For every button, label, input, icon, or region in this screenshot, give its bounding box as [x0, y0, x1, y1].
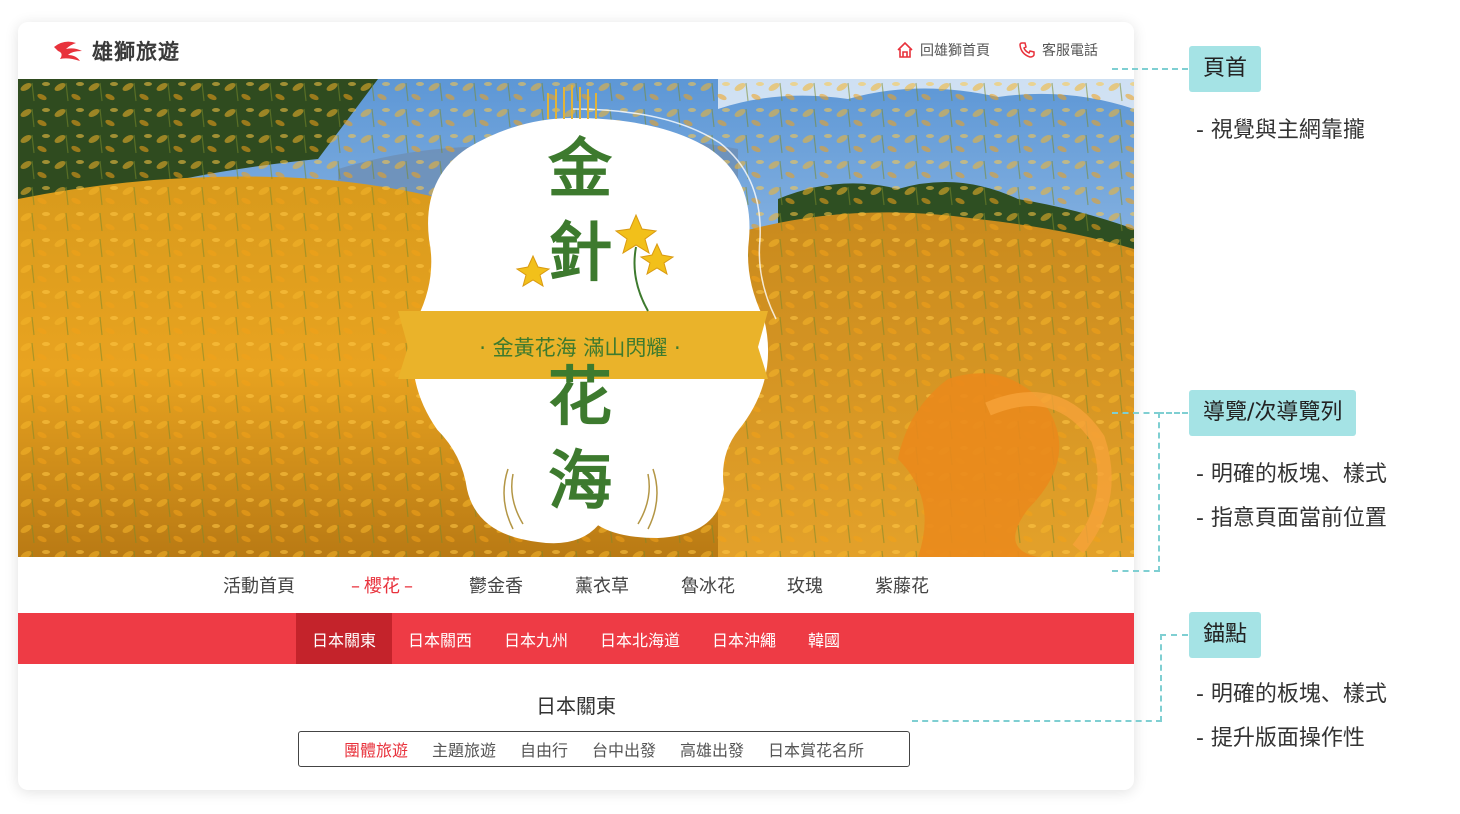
- subnav-item-kyushu[interactable]: 日本九州: [488, 613, 584, 664]
- anchor-taichung-departure[interactable]: 台中出發: [580, 737, 668, 761]
- home-link-label: 回雄獅首頁: [920, 43, 990, 59]
- annotation-tag-anchor: 錨點: [1189, 612, 1262, 658]
- nav-item-tulip[interactable]: 鬱金香: [443, 572, 549, 598]
- lion-logo-icon: [54, 41, 82, 61]
- annotation-note-nav-1: - 明確的板塊、樣式: [1196, 462, 1387, 487]
- hero-title-char-4: 海: [548, 444, 612, 519]
- brand-logo[interactable]: 雄獅旅遊: [50, 36, 180, 66]
- subnav-item-hokkaido[interactable]: 日本北海道: [584, 613, 696, 664]
- site-header: 雄獅旅遊 回雄獅首頁 客服電話: [18, 22, 1134, 79]
- nav-item-rose[interactable]: 玫瑰: [761, 572, 849, 598]
- annotation-tag-header: 頁首: [1189, 46, 1262, 92]
- connector-header: [1112, 68, 1188, 70]
- anchor-theme-tour[interactable]: 主題旅遊: [420, 737, 508, 761]
- annotation-tag-nav: 導覽/次導覽列: [1189, 390, 1357, 436]
- anchor-free-travel[interactable]: 自由行: [508, 737, 580, 761]
- annotation-note-anchor-2: - 提升版面操作性: [1196, 726, 1365, 751]
- anchor-flower-spots[interactable]: 日本賞花名所: [756, 737, 876, 761]
- category-nav: 活動首頁 – 櫻花 – 鬱金香 薰衣草 魯冰花 玫瑰 紫藤花: [18, 557, 1134, 613]
- connector-anchor: [912, 634, 1162, 722]
- anchor-bar: 團體旅遊 主題旅遊 自由行 台中出發 高雄出發 日本賞花名所: [298, 731, 910, 767]
- nav-item-sakura[interactable]: – 櫻花 –: [321, 572, 443, 598]
- annotation-note-anchor-1: - 明確的板塊、樣式: [1196, 682, 1387, 707]
- nav-item-sakura-label: 櫻花: [364, 576, 400, 597]
- phone-icon: [1019, 42, 1035, 58]
- nav-item-wisteria[interactable]: 紫藤花: [849, 572, 955, 598]
- home-link[interactable]: 回雄獅首頁: [896, 40, 990, 60]
- phone-link[interactable]: 客服電話: [1018, 40, 1098, 60]
- connector-nav-tip: [1158, 412, 1188, 414]
- home-icon: [897, 41, 913, 58]
- ribbon-text: · 金黃花海 滿山閃耀 ·: [479, 336, 680, 360]
- phone-link-label: 客服電話: [1042, 43, 1098, 59]
- nav-item-lupine[interactable]: 魯冰花: [655, 572, 761, 598]
- hero-title-char-2: 針: [548, 216, 612, 291]
- brand-name: 雄獅旅遊: [92, 40, 180, 64]
- hero-title-char-3: 花: [548, 360, 612, 435]
- subnav-item-kanto[interactable]: 日本關東: [295, 613, 392, 664]
- subnav-item-korea[interactable]: 韓國: [792, 613, 856, 664]
- nav-item-lavender[interactable]: 薰衣草: [549, 572, 655, 598]
- hero-banner: · 金黃花海 滿山閃耀 · 金 針 花 海: [18, 79, 1134, 557]
- festival-emblem: · 金黃花海 滿山閃耀 · 金 針 花 海: [398, 85, 777, 544]
- annotation-note-header-1: - 視覺與主網靠攏: [1196, 118, 1365, 143]
- annotation-note-nav-2: - 指意頁面當前位置: [1196, 506, 1387, 531]
- nav-item-home[interactable]: 活動首頁: [197, 572, 321, 598]
- anchor-kaohsiung-departure[interactable]: 高雄出發: [668, 737, 756, 761]
- connector-anchor-tip: [1160, 634, 1188, 636]
- subnav-item-kansai[interactable]: 日本關西: [392, 613, 488, 664]
- hero-title-char-1: 金: [547, 132, 613, 207]
- connector-nav: [1112, 412, 1160, 572]
- anchor-group-tour[interactable]: 團體旅遊: [332, 737, 420, 761]
- subnav-item-okinawa[interactable]: 日本沖繩: [696, 613, 792, 664]
